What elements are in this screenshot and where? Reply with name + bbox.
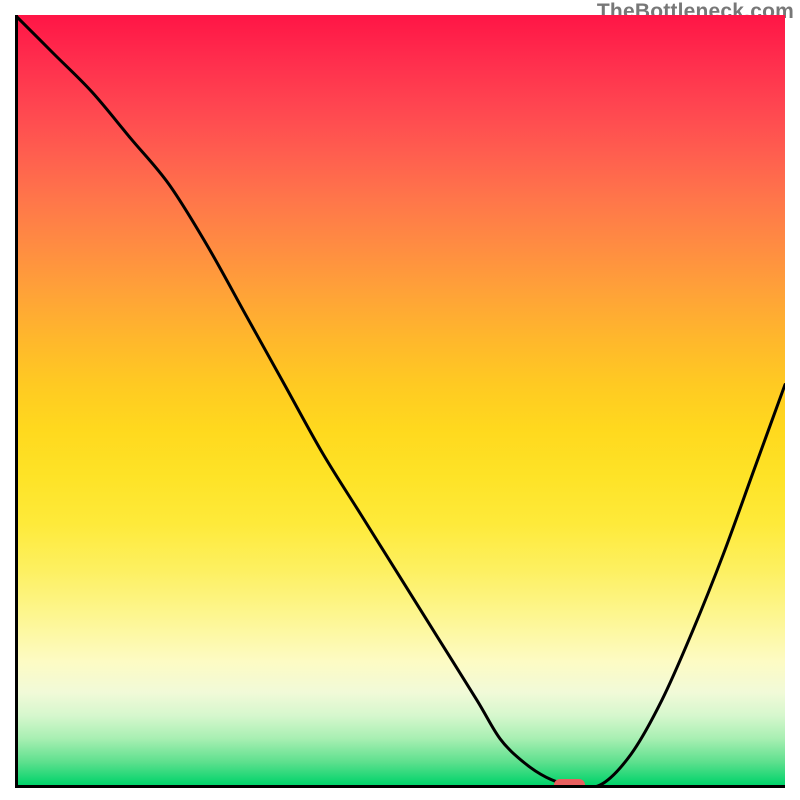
curve-layer — [15, 15, 785, 785]
y-axis — [15, 15, 18, 785]
bottleneck-chart: TheBottleneck.com — [0, 0, 800, 800]
x-axis — [15, 785, 785, 788]
bottleneck-curve-path — [15, 15, 785, 785]
plot-area — [15, 15, 785, 785]
